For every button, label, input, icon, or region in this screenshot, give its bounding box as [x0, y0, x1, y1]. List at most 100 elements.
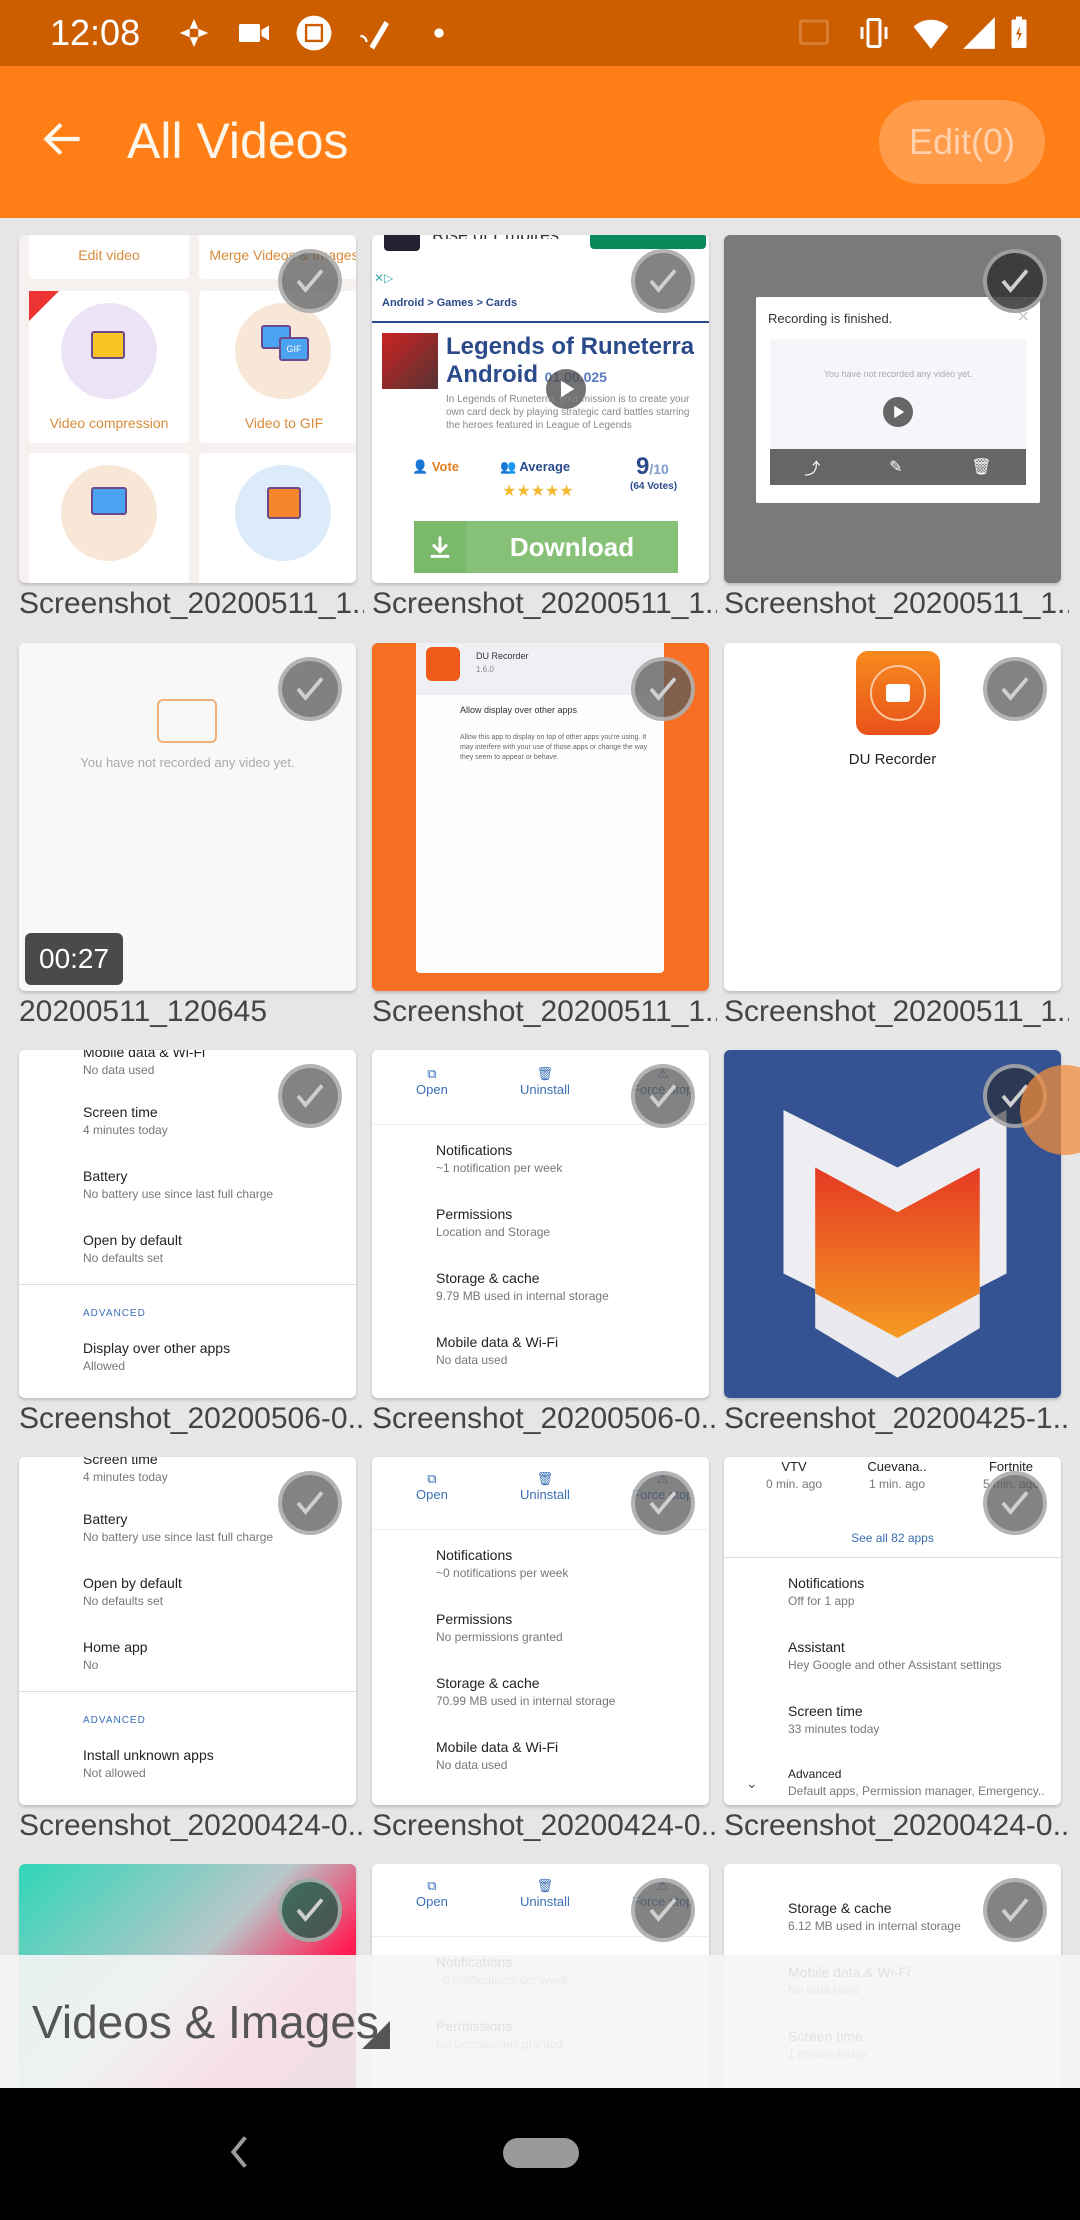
media-filter-dropdown[interactable]: Videos & Images — [0, 1955, 1080, 2088]
select-checkbox[interactable] — [983, 249, 1047, 313]
item-label: Screenshot_20200424-0... — [19, 1809, 364, 1842]
tile-wifi: Wifi transfer — [29, 453, 189, 583]
select-checkbox[interactable] — [278, 1878, 342, 1942]
du-recorder-icon — [856, 651, 940, 735]
tile-edit-image: Edit image — [199, 453, 356, 583]
dropdown-triangle-icon — [362, 2021, 390, 2049]
download-icon — [414, 521, 466, 573]
checkmark-icon — [649, 677, 677, 701]
share-icon: ⤴ — [804, 461, 821, 478]
open-action: ⧉ Open — [416, 1471, 448, 1502]
item-label: Screenshot_20200511_1... — [372, 995, 717, 1028]
nav-back-icon[interactable] — [225, 2132, 255, 2172]
tile-gif: GIF Video to GIF — [199, 291, 356, 443]
tile-compression: Video compression — [29, 291, 189, 443]
breadcrumb: Android > Games > Cards — [382, 297, 518, 309]
tile-edit-video: Edit video — [29, 235, 189, 279]
item-label: Screenshot_20200425-1... — [724, 1402, 1069, 1435]
checkmark-icon — [296, 1084, 324, 1108]
thumbnail[interactable]: Edit video Merge Videos & Images Video c… — [19, 235, 356, 583]
signal-icon — [960, 14, 998, 52]
select-checkbox[interactable] — [631, 249, 695, 313]
select-checkbox[interactable] — [983, 1878, 1047, 1942]
thumbnail[interactable]: Mobile data & Wi-Fi No data used Screen t… — [19, 1050, 356, 1398]
screenshot-edit-icon — [295, 14, 333, 52]
checkmark-icon — [296, 269, 324, 293]
uninstall-action: 🗑 Uninstall — [520, 1066, 570, 1097]
select-checkbox[interactable] — [278, 1064, 342, 1128]
uninstall-action: 🗑 Uninstall — [520, 1471, 570, 1502]
select-checkbox[interactable] — [631, 1471, 695, 1535]
pinwheel-icon — [175, 14, 213, 52]
thumbnail[interactable]: Rise of Empires ✕▷ Android > Games > Car… — [372, 235, 709, 583]
checkmark-icon — [649, 269, 677, 293]
item-label: Screenshot_20200424-0... — [372, 1809, 717, 1842]
open-action: ⧉ Open — [416, 1066, 448, 1097]
item-label: Screenshot_20200506-0... — [19, 1402, 364, 1435]
checkmark-icon — [1001, 677, 1029, 701]
du-recorder-icon — [426, 647, 460, 681]
home-pill-icon[interactable] — [503, 2138, 579, 2168]
select-checkbox[interactable] — [983, 657, 1047, 721]
chevron-down-icon: ⌄ — [746, 1775, 758, 1791]
open-action: ⧉ Open — [416, 1878, 448, 1909]
thumbnail[interactable]: ⧉Open 🗑Uninstall ⚠Force stop Notificatio… — [372, 1457, 709, 1805]
item-label: Screenshot_20200511_1... — [372, 587, 717, 620]
cast-wand-icon — [355, 14, 393, 52]
item-label: Screenshot_20200511_1... — [724, 587, 1069, 620]
page-title: All Videos — [127, 113, 349, 169]
vote-label: 👤 Vote — [412, 459, 460, 474]
select-checkbox[interactable] — [631, 1878, 695, 1942]
duration-badge: 00:27 — [25, 933, 124, 985]
checkmark-icon — [1001, 1491, 1029, 1515]
wifi-icon — [912, 14, 950, 52]
select-checkbox[interactable] — [278, 657, 342, 721]
thumbnail[interactable]: ⧉Open 🗑Uninstall ⚠Force stop Notificatio… — [372, 1050, 709, 1398]
select-checkbox[interactable] — [278, 249, 342, 313]
uninstall-action: 🗑 Uninstall — [520, 1878, 570, 1909]
thumbnail[interactable]: Recording is finished. ✕ You have not re… — [724, 235, 1061, 583]
dialog-preview: Recording is finished. ✕ You have not re… — [756, 297, 1040, 503]
status-bar: 12:08 — [0, 0, 1080, 66]
select-checkbox[interactable] — [631, 1064, 695, 1128]
item-label: Screenshot_20200511_1... — [724, 995, 1069, 1028]
arrow-left-icon[interactable] — [38, 114, 88, 164]
checkmark-icon — [649, 1084, 677, 1108]
item-label: 20200511_120645 — [19, 995, 268, 1028]
filter-label: Videos & Images — [32, 1996, 379, 2048]
checkmark-icon — [1001, 269, 1029, 293]
average-label: 👥 Average — [500, 459, 571, 474]
thumbnail[interactable] — [724, 1050, 1061, 1398]
select-checkbox[interactable] — [631, 657, 695, 721]
download-button[interactable]: Download — [414, 521, 678, 573]
thumbnail[interactable]: Screen time 4 minutes today Battery No bat… — [19, 1457, 356, 1805]
rating-stars: ★★★★★ — [502, 483, 574, 500]
thumbnail[interactable]: VTV 0 min. ago Cuevana.. 1 min. ago Fortni… — [724, 1457, 1061, 1805]
item-label: Screenshot_20200511_1... — [19, 587, 364, 620]
checkmark-icon — [296, 1491, 324, 1515]
cast-icon — [795, 14, 833, 52]
checkmark-icon — [649, 1491, 677, 1515]
score: 9/10 — [636, 453, 669, 480]
checkmark-icon — [649, 1898, 677, 1922]
vibrate-icon — [855, 14, 893, 52]
item-label: Screenshot_20200506-0... — [372, 1402, 717, 1435]
ad-choices-icon: ✕▷ — [374, 271, 394, 285]
select-checkbox[interactable] — [983, 1471, 1047, 1535]
sad-camera-icon — [157, 699, 217, 743]
battery-charging-icon — [1000, 14, 1038, 52]
thumbnail[interactable]: DU Recorder 1.6.0 Allow display over oth… — [372, 643, 709, 991]
checkmark-icon — [1001, 1898, 1029, 1922]
edit-button[interactable]: Edit(0) — [879, 100, 1045, 184]
status-time: 12:08 — [50, 12, 141, 53]
checkmark-icon — [296, 1898, 324, 1922]
navigation-bar — [0, 2088, 1080, 2220]
play-icon — [883, 397, 913, 427]
dot-icon — [420, 14, 458, 52]
item-label: Screenshot_20200424-0... — [724, 1809, 1069, 1842]
app-bar: All Videos Edit(0) — [0, 66, 1080, 218]
select-checkbox[interactable] — [278, 1471, 342, 1535]
thumbnail[interactable]: DU Recorder — [724, 643, 1061, 991]
video-camera-icon — [235, 14, 273, 52]
thumbnail[interactable]: You have not recorded any video yet. 00:… — [19, 643, 356, 991]
